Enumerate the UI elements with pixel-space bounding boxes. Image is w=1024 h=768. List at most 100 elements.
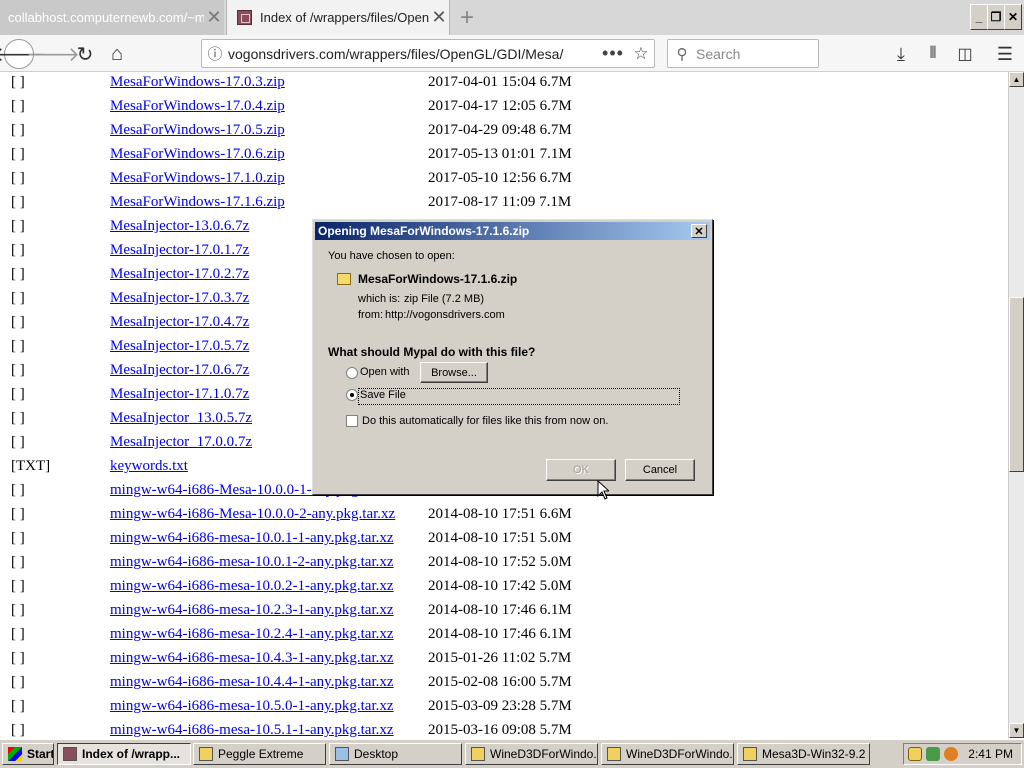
zip-file-icon: [337, 273, 351, 285]
taskbar-item-desktop[interactable]: Desktop: [329, 743, 462, 765]
file-link[interactable]: mingw-w64-i686-mesa-10.0.1-1-any.pkg.tar…: [110, 530, 394, 547]
menu-icon[interactable]: ☰: [990, 39, 1020, 69]
file-link[interactable]: MesaInjector-17.0.6.7z: [110, 362, 249, 379]
file-link[interactable]: MesaInjector-17.0.2.7z: [110, 266, 249, 283]
tab-index-of[interactable]: Index of /wrappers/files/OpenGL/ ✕: [226, 0, 450, 35]
file-link[interactable]: MesaForWindows-17.0.4.zip: [110, 98, 285, 115]
dialog-close-icon[interactable]: ✕: [691, 224, 707, 238]
file-link[interactable]: mingw-w64-i686-mesa-10.2.3-1-any.pkg.tar…: [110, 602, 394, 619]
auto-label[interactable]: Do this automatically for files like thi…: [362, 415, 608, 427]
reload-icon[interactable]: ↻: [70, 39, 100, 69]
taskbar-item-wined3d-1[interactable]: WineD3DForWindo...: [465, 743, 598, 765]
from-value: http://vogonsdrivers.com: [385, 309, 505, 321]
tab-strip: collabhost.computernewb.com/~mv/ ✕ Index…: [0, 0, 1024, 35]
file-type-label: [ ]: [11, 122, 25, 138]
file-date-size: 2017-04-29 09:48 6.7M: [428, 122, 572, 139]
save-file-focus: [358, 388, 680, 405]
browse-button[interactable]: Browse...: [420, 362, 488, 383]
file-link[interactable]: MesaForWindows-17.1.0.zip: [110, 170, 285, 187]
file-link[interactable]: MesaInjector-17.0.5.7z: [110, 338, 249, 355]
more-icon[interactable]: •••: [598, 43, 628, 64]
file-link[interactable]: keywords.txt: [110, 458, 188, 475]
ok-button[interactable]: OK: [546, 459, 616, 481]
vertical-scrollbar[interactable]: ▲ ▼: [1008, 72, 1024, 738]
info-icon[interactable]: ⓘ: [202, 43, 228, 64]
file-link[interactable]: MesaForWindows-17.0.6.zip: [110, 146, 285, 163]
start-button[interactable]: Start: [2, 743, 54, 765]
file-type-label: [ ]: [11, 602, 25, 618]
scroll-down-icon[interactable]: ▼: [1009, 723, 1024, 738]
file-date: 2015-01-26 11:02: [428, 650, 536, 666]
download-icon[interactable]: ⤓: [886, 39, 916, 69]
window-close-button[interactable]: ✕: [1004, 4, 1022, 30]
file-date-size: 2014-08-10 17:46 6.1M: [428, 602, 572, 619]
cancel-button[interactable]: Cancel: [625, 459, 695, 481]
taskbar-item-browser[interactable]: Index of /wrapp...: [57, 743, 191, 765]
shield-icon[interactable]: [908, 747, 922, 761]
minimize-button[interactable]: _: [970, 4, 988, 30]
library-icon[interactable]: ⫴: [918, 39, 948, 69]
file-type-label: [ ]: [11, 722, 25, 738]
file-size: 5.7M: [539, 722, 572, 738]
search-icon: ⚲: [676, 45, 688, 63]
file-date-size: 2014-08-10 17:51 5.0M: [428, 530, 572, 547]
scroll-thumb[interactable]: [1009, 297, 1024, 472]
file-link[interactable]: MesaInjector-17.0.4.7z: [110, 314, 249, 331]
file-type-label: [ ]: [11, 650, 25, 666]
file-date: 2017-08-17 11:09: [428, 194, 536, 210]
search-tray-icon[interactable]: [944, 747, 958, 761]
clock[interactable]: 2:41 PM: [968, 747, 1013, 761]
file-link[interactable]: MesaForWindows-17.0.3.zip: [110, 74, 285, 91]
file-date-size: 2015-03-09 23:28 5.7M: [428, 698, 572, 715]
file-link[interactable]: MesaForWindows-17.0.5.zip: [110, 122, 285, 139]
file-date-size: 2014-08-10 17:46 6.1M: [428, 626, 572, 643]
forward-arrow-icon[interactable]: 🡒: [26, 39, 80, 69]
taskbar-item-peggle[interactable]: Peggle Extreme: [193, 743, 326, 765]
file-link[interactable]: mingw-w64-i686-mesa-10.0.2-1-any.pkg.tar…: [110, 578, 394, 595]
file-link[interactable]: MesaInjector_17.0.0.7z: [110, 434, 252, 451]
file-link[interactable]: MesaInjector-13.0.6.7z: [110, 218, 249, 235]
save-file-label[interactable]: Save File: [360, 389, 406, 401]
list-item: [ ] MesaForWindows-17.0.3.zip 2017-04-01 1…: [0, 72, 1008, 94]
save-file-radio[interactable]: [346, 389, 358, 401]
bookmark-star-icon[interactable]: ☆: [628, 44, 654, 64]
file-link[interactable]: mingw-w64-i686-mesa-10.5.0-1-any.pkg.tar…: [110, 698, 394, 715]
url-text[interactable]: vogonsdrivers.com/wrappers/files/OpenGL/…: [228, 46, 598, 62]
close-tab-icon[interactable]: ✕: [204, 7, 224, 28]
file-link[interactable]: mingw-w64-i686-mesa-10.4.3-1-any.pkg.tar…: [110, 650, 394, 667]
url-bar[interactable]: ⓘ vogonsdrivers.com/wrappers/files/OpenG…: [201, 39, 655, 68]
open-with-label[interactable]: Open with: [360, 366, 410, 378]
file-date: 2015-02-08 16:00: [428, 674, 536, 690]
home-icon[interactable]: ⌂: [102, 39, 132, 69]
file-date: 2014-08-10 17:52: [428, 554, 536, 570]
file-type-label: [ ]: [11, 290, 25, 306]
file-link[interactable]: mingw-w64-i686-mesa-10.5.1-1-any.pkg.tar…: [110, 722, 394, 738]
file-link[interactable]: MesaInjector-17.1.0.7z: [110, 386, 249, 403]
taskbar-item-mesa3d[interactable]: Mesa3D-Win32-9.2 ...: [737, 743, 870, 765]
tab-collabhost[interactable]: collabhost.computernewb.com/~mv/ ✕: [0, 0, 224, 35]
file-link[interactable]: mingw-w64-i686-Mesa-10.0.0-2-any.pkg.tar…: [110, 506, 395, 523]
new-tab-icon[interactable]: +: [455, 4, 479, 32]
taskbar-item-wined3d-2[interactable]: WineD3DForWindo...: [601, 743, 734, 765]
close-tab-icon[interactable]: ✕: [429, 7, 449, 28]
file-date: 2017-04-29 09:48: [428, 122, 536, 138]
network-icon[interactable]: [926, 747, 940, 761]
open-with-radio[interactable]: [346, 367, 358, 379]
file-link[interactable]: mingw-w64-i686-mesa-10.0.1-2-any.pkg.tar…: [110, 554, 394, 571]
file-link[interactable]: MesaInjector_13.0.5.7z: [110, 410, 252, 427]
file-link[interactable]: MesaInjector-17.0.1.7z: [110, 242, 249, 259]
sidebar-icon[interactable]: ◫: [950, 39, 980, 69]
dialog-titlebar[interactable]: Opening MesaForWindows-17.1.6.zip ✕: [315, 222, 710, 240]
taskbar-item-label: Desktop: [354, 747, 399, 761]
file-link[interactable]: mingw-w64-i686-mesa-10.4.4-1-any.pkg.tar…: [110, 674, 394, 691]
file-date: 2014-08-10 17:51: [428, 506, 536, 522]
restore-button[interactable]: ❐: [987, 4, 1005, 30]
file-link[interactable]: MesaForWindows-17.1.6.zip: [110, 194, 285, 211]
scroll-up-icon[interactable]: ▲: [1009, 72, 1024, 87]
file-link[interactable]: MesaInjector-17.0.3.7z: [110, 290, 249, 307]
auto-checkbox[interactable]: [346, 415, 358, 427]
search-input[interactable]: ⚲ Search: [667, 39, 819, 68]
file-type-label: [ ]: [11, 554, 25, 570]
file-link[interactable]: mingw-w64-i686-mesa-10.2.4-1-any.pkg.tar…: [110, 626, 394, 643]
file-date-size: 2014-08-10 17:51 6.6M: [428, 506, 572, 523]
